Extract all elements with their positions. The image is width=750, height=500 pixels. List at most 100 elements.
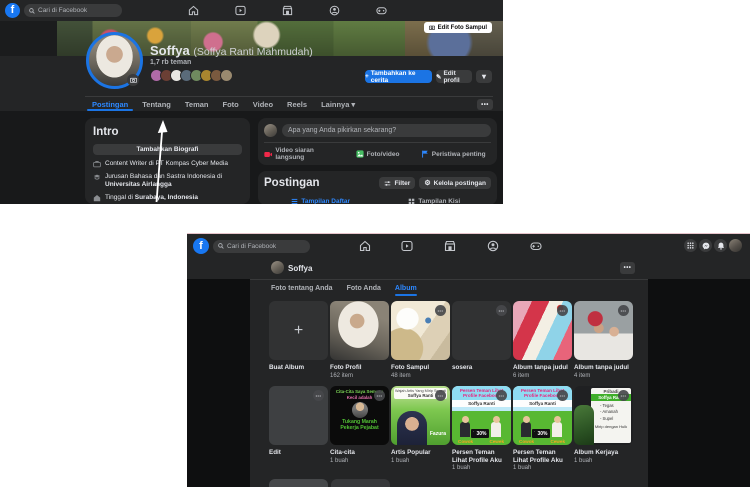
album-tile-cita-cita[interactable]: Cita-Cita Saya Semasa Kecil adalah Tukan…: [330, 386, 389, 445]
gear-icon: [424, 179, 430, 187]
avatar[interactable]: [271, 261, 284, 274]
gaming-icon[interactable]: [376, 5, 387, 16]
list-view-icon: [291, 198, 298, 205]
album-tile-kerjaya[interactable]: Pribadi Soffya Ranti - Tegas- Amanah- Su…: [574, 386, 633, 445]
album-cell: Foto Sampul 48 item: [391, 301, 450, 379]
album-cell: Wajah Artis Yang Mirip Seperti Soffya Ra…: [391, 386, 450, 471]
album-cell: Buat Album: [269, 301, 328, 379]
profile-tabs: Postingan Tentang Teman Foto Video Reels…: [85, 97, 362, 111]
photo-icon: [356, 150, 364, 158]
avatar[interactable]: [264, 124, 277, 137]
top-nav-bar: f Cari di Facebook: [187, 234, 750, 258]
album-tile-partial[interactable]: [331, 479, 390, 487]
tab-foto[interactable]: Foto: [216, 97, 246, 111]
cartoon-female: [491, 422, 501, 437]
search-input[interactable]: Cari di Facebook: [24, 4, 122, 17]
album-tile-artis-popular[interactable]: Wajah Artis Yang Mirip Seperti Soffya Ra…: [391, 386, 450, 445]
album-tile-partial[interactable]: [269, 479, 328, 487]
composer-card: Apa yang Anda pikirkan sekarang? Video s…: [258, 118, 497, 165]
facebook-logo[interactable]: f: [5, 3, 20, 18]
list-view-tab[interactable]: Tampilan Daftar: [264, 194, 378, 204]
notifications-button[interactable]: [714, 239, 727, 252]
filter-icon: [384, 180, 391, 187]
friends-count[interactable]: 1,7 rb teman: [150, 59, 191, 66]
photo-video-button[interactable]: Foto/video: [340, 147, 416, 161]
album-cell: Edit: [269, 386, 328, 471]
album-more-button[interactable]: [496, 305, 507, 316]
tab-tentang[interactable]: Tentang: [135, 97, 178, 111]
profile-more-button[interactable]: [476, 70, 492, 83]
page-more-button[interactable]: [620, 262, 635, 274]
tab-foto-tentang-anda[interactable]: Foto tentang Anda: [271, 281, 333, 296]
album-more-button[interactable]: [618, 305, 629, 316]
tab-reels[interactable]: Reels: [280, 97, 314, 111]
add-to-story-button[interactable]: Tambahkan ke cerita: [365, 70, 432, 83]
album-more-button[interactable]: [496, 390, 507, 401]
grid-view-tab[interactable]: Tampilan Kisi: [378, 194, 492, 204]
grid-menu-icon: [687, 242, 694, 249]
album-more-button[interactable]: [435, 390, 446, 401]
album-tile-persen-2[interactable]: Persen Teman LihatProfile Facebook Soffy…: [513, 386, 572, 445]
friend-avatar[interactable]: [220, 69, 233, 82]
cartoon-female: [552, 422, 562, 437]
life-event-button[interactable]: Peristiwa penting: [415, 147, 491, 161]
album-cell: Persen Teman LihatProfile Facebook Soffy…: [452, 386, 511, 471]
search-icon: [218, 243, 224, 249]
gaming-icon[interactable]: [530, 240, 542, 252]
album-more-button[interactable]: [557, 390, 568, 401]
live-video-button[interactable]: Video siaran langsung: [264, 147, 340, 161]
home-icon: [93, 194, 101, 202]
album-cell: Persen Teman LihatProfile Facebook Soffy…: [513, 386, 572, 471]
edit-profile-button[interactable]: Edit profil: [436, 70, 472, 83]
album-tile-sosera[interactable]: [452, 301, 511, 360]
tabs-more-button[interactable]: [477, 99, 493, 110]
messenger-button[interactable]: [699, 239, 712, 252]
page-gutter: [0, 21, 57, 56]
album-more-button[interactable]: [374, 390, 385, 401]
album-tile-persen-1[interactable]: Persen Teman LihatProfile Facebook Soffy…: [452, 386, 511, 445]
search-input[interactable]: Cari di Facebook: [213, 240, 310, 253]
grid-view-icon: [408, 198, 415, 205]
tab-foto-anda[interactable]: Foto Anda: [347, 281, 381, 296]
apps-menu-button[interactable]: [684, 239, 697, 252]
home-icon[interactable]: [359, 240, 371, 252]
album-cell: Foto Profil 162 item: [330, 301, 389, 379]
add-bio-button[interactable]: Tambahkan Biografi: [93, 144, 242, 155]
friend-avatars[interactable]: [150, 69, 233, 82]
facebook-logo[interactable]: f: [193, 238, 209, 254]
cartoon-figure: [352, 402, 368, 418]
album-more-button[interactable]: [618, 390, 629, 401]
plus-icon: [269, 301, 328, 360]
home-icon[interactable]: [188, 5, 199, 16]
album-more-button[interactable]: [435, 305, 446, 316]
groups-icon[interactable]: [329, 5, 340, 16]
marketplace-icon[interactable]: [444, 240, 456, 252]
manage-posts-button[interactable]: Kelola postingan: [419, 177, 491, 189]
marketplace-icon[interactable]: [282, 5, 293, 16]
album-tile-tanpa-judul-2[interactable]: [574, 301, 633, 360]
edit-cover-button[interactable]: Edit Foto Sampul: [424, 22, 492, 33]
tab-video[interactable]: Video: [246, 97, 280, 111]
groups-icon[interactable]: [487, 240, 499, 252]
avatar-camera-button[interactable]: [127, 74, 139, 86]
album-tile-foto-profil[interactable]: [330, 301, 389, 360]
filter-button[interactable]: Filter: [379, 177, 415, 189]
tab-postingan[interactable]: Postingan: [85, 97, 135, 111]
album-row-1: Buat Album Foto Profil 162 item Foto Sam…: [269, 301, 639, 379]
divider: [264, 142, 491, 143]
tab-teman[interactable]: Teman: [178, 97, 216, 111]
album-tile-tanpa-judul-1[interactable]: [513, 301, 572, 360]
portrait: [397, 411, 427, 445]
watch-icon[interactable]: [235, 5, 246, 16]
album-more-button[interactable]: [313, 390, 324, 401]
album-tile-edit[interactable]: [269, 386, 328, 445]
album-more-button[interactable]: [557, 305, 568, 316]
tab-album[interactable]: Album: [395, 281, 417, 296]
watch-icon[interactable]: [401, 240, 413, 252]
status-input[interactable]: Apa yang Anda pikirkan sekarang?: [282, 124, 491, 137]
album-tile-foto-sampul[interactable]: [391, 301, 450, 360]
create-album-tile[interactable]: [269, 301, 328, 360]
account-avatar[interactable]: [729, 239, 742, 252]
profile-alt-name: (Soffya Ranti Mahmudah): [193, 46, 312, 58]
tab-lainnya[interactable]: Lainnya: [314, 97, 362, 111]
